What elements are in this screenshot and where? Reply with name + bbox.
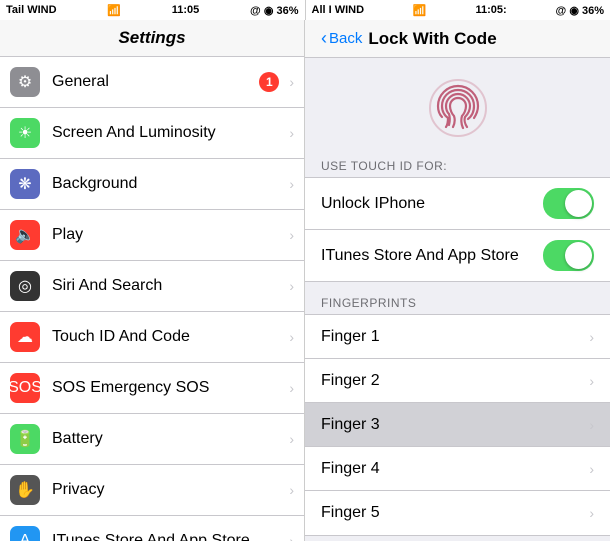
- left-wifi-icon: 📶: [107, 4, 121, 17]
- left-icons: @ ◉ 36%: [250, 4, 298, 17]
- fingerprints-list: Finger 1›Finger 2›Finger 3›Finger 4›Fing…: [305, 314, 610, 536]
- finger-item-f3[interactable]: Finger 3›: [305, 403, 610, 447]
- finger-item-f2[interactable]: Finger 2›: [305, 359, 610, 403]
- back-chevron-icon: ‹: [321, 28, 327, 49]
- finger-item-f5[interactable]: Finger 5›: [305, 491, 610, 535]
- fingerprint-icon: [428, 78, 488, 138]
- finger-label-f2: Finger 2: [321, 372, 585, 390]
- toggle-label-itunes: ITunes Store And App Store: [321, 247, 543, 265]
- right-carrier: All I WIND: [312, 4, 365, 16]
- finger-label-f3: Finger 3: [321, 416, 585, 434]
- toggle-item-itunes: ITunes Store And App Store: [305, 230, 610, 281]
- siri-icon: ◎: [10, 271, 40, 301]
- back-label: Back: [329, 30, 362, 47]
- play-label: Play: [52, 226, 285, 244]
- fingerprints-header: FINGERPRINTS: [305, 282, 610, 314]
- right-panel: ‹ Back Lock With Code USE TOUCH ID FOR:: [305, 20, 610, 541]
- fingerprint-icon-area: [305, 58, 610, 153]
- siri-chevron-icon: ›: [289, 278, 294, 294]
- battery-icon: 🔋: [10, 424, 40, 454]
- background-icon: ❋: [10, 169, 40, 199]
- display-chevron-icon: ›: [289, 125, 294, 141]
- privacy-chevron-icon: ›: [289, 482, 294, 498]
- display-label: Screen And Luminosity: [52, 124, 285, 142]
- siri-label: Siri And Search: [52, 277, 285, 295]
- sidebar-item-general[interactable]: ⚙ General1 ›: [0, 57, 304, 108]
- toggle-switch-unlock[interactable]: [543, 188, 594, 219]
- left-status-bar: Tail WIND 📶 11:05 @ ◉ 36%: [0, 0, 305, 20]
- privacy-icon: ✋: [10, 475, 40, 505]
- finger-label-f1: Finger 1: [321, 328, 585, 346]
- settings-header: Settings: [0, 20, 304, 57]
- right-header: ‹ Back Lock With Code: [305, 20, 610, 58]
- right-icons: @ ◉ 36%: [556, 4, 604, 17]
- battery-label: Battery: [52, 430, 285, 448]
- right-wifi-icon: 📶: [413, 4, 427, 17]
- touchid-chevron-icon: ›: [289, 329, 294, 345]
- toggle-label-unlock: Unlock IPhone: [321, 195, 543, 213]
- general-chevron-icon: ›: [289, 74, 294, 90]
- toggle-switch-itunes[interactable]: [543, 240, 594, 271]
- sidebar-item-battery[interactable]: 🔋 Battery›: [0, 414, 304, 465]
- sidebar-item-play[interactable]: 🔈 Play›: [0, 210, 304, 261]
- sidebar-item-appstore[interactable]: A ITunes Store And App Store ›: [0, 516, 304, 541]
- use-touch-id-header: USE TOUCH ID FOR:: [305, 153, 610, 177]
- display-icon: ☀: [10, 118, 40, 148]
- finger-chevron-icon-f5: ›: [589, 505, 594, 521]
- toggle-section: Unlock IPhone ITunes Store And App Store: [305, 177, 610, 282]
- settings-list: ⚙General1›☀Screen And Luminosity›❋Backgr…: [0, 57, 304, 541]
- left-time: 11:05: [172, 4, 200, 16]
- play-chevron-icon: ›: [289, 227, 294, 243]
- sos-label: SOS Emergency SOS: [52, 379, 285, 397]
- finger-item-f4[interactable]: Finger 4›: [305, 447, 610, 491]
- right-panel-title: Lock With Code: [368, 29, 496, 49]
- finger-chevron-icon-f2: ›: [589, 373, 594, 389]
- main-layout: Settings ⚙ General1 › ☀ Screen And Luminosit…: [0, 20, 610, 541]
- finger-chevron-icon-f3: ›: [589, 417, 594, 433]
- general-badge: 1: [259, 72, 279, 92]
- appstore-chevron-icon: ›: [289, 533, 294, 541]
- sidebar-item-sos[interactable]: SOS SOS Emergency SOS›: [0, 363, 304, 414]
- sos-chevron-icon: ›: [289, 380, 294, 396]
- touchid-icon: ☁: [10, 322, 40, 352]
- right-status-bar: All I WIND 📶 11:05: @ ◉ 36%: [305, 0, 610, 20]
- general-icon: ⚙: [10, 67, 40, 97]
- left-carrier: Tail WIND: [6, 4, 57, 16]
- right-time: 11:05:: [475, 4, 506, 16]
- play-icon: 🔈: [10, 220, 40, 250]
- sidebar-item-privacy[interactable]: ✋ Privacy›: [0, 465, 304, 516]
- background-label: Background: [52, 175, 285, 193]
- appstore-label: ITunes Store And App Store: [52, 532, 285, 541]
- finger-chevron-icon-f4: ›: [589, 461, 594, 477]
- toggle-item-unlock: Unlock IPhone: [305, 178, 610, 230]
- sidebar-item-background[interactable]: ❋ Background›: [0, 159, 304, 210]
- left-panel: Settings ⚙ General1 › ☀ Screen And Luminosit…: [0, 20, 305, 541]
- touchid-label: Touch ID And Code: [52, 328, 285, 346]
- battery-chevron-icon: ›: [289, 431, 294, 447]
- sos-icon: SOS: [10, 373, 40, 403]
- settings-title: Settings: [118, 28, 185, 47]
- finger-chevron-icon-f1: ›: [589, 329, 594, 345]
- status-bars: Tail WIND 📶 11:05 @ ◉ 36% All I WIND 📶 1…: [0, 0, 610, 20]
- appstore-icon: A: [10, 526, 40, 541]
- sidebar-item-touchid[interactable]: ☁ Touch ID And Code›: [0, 312, 304, 363]
- sidebar-item-siri[interactable]: ◎ Siri And Search›: [0, 261, 304, 312]
- general-label: General: [52, 73, 259, 91]
- finger-label-f4: Finger 4: [321, 460, 585, 478]
- back-button[interactable]: ‹ Back: [321, 28, 362, 49]
- background-chevron-icon: ›: [289, 176, 294, 192]
- privacy-label: Privacy: [52, 481, 285, 499]
- finger-label-f5: Finger 5: [321, 504, 585, 522]
- finger-item-f1[interactable]: Finger 1›: [305, 315, 610, 359]
- sidebar-item-display[interactable]: ☀ Screen And Luminosity›: [0, 108, 304, 159]
